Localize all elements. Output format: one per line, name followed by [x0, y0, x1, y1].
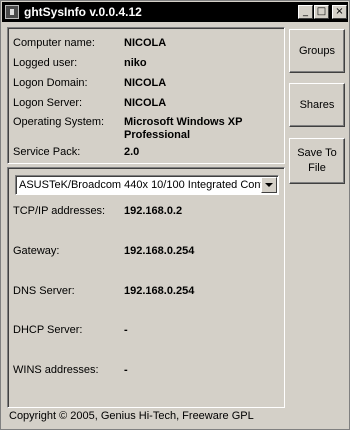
computer-name-value: NICOLA [124, 37, 167, 49]
service-pack-label: Service Pack: [13, 146, 81, 158]
system-info-panel: Computer name: NICOLA Logged user: niko … [7, 27, 285, 164]
network-info-panel: ASUSTeK/Broadcom 440x 10/100 Integrated … [7, 167, 285, 408]
operating-system-edition: Professional [124, 129, 191, 141]
gateway-label: Gateway: [13, 245, 60, 257]
computer-name-label: Computer name: [13, 37, 95, 49]
dhcp-server-label: DHCP Server: [13, 324, 83, 336]
minimize-button[interactable]: _ [298, 5, 313, 19]
operating-system-value: Microsoft Windows XP [124, 116, 243, 128]
logon-domain-label: Logon Domain: [13, 77, 88, 89]
logged-user-label: Logged user: [13, 57, 78, 69]
adapter-select[interactable]: ASUSTeK/Broadcom 440x 10/100 Integrated … [15, 175, 279, 195]
dns-server-label: DNS Server: [13, 285, 75, 297]
app-window: ghtSysInfo v.0.0.4.12 _ □ × Computer nam… [0, 0, 350, 430]
title-bar[interactable]: ghtSysInfo v.0.0.4.12 _ □ × [2, 2, 348, 22]
gateway-value: 192.168.0.254 [124, 245, 195, 257]
operating-system-label: Operating System: [13, 116, 105, 128]
tcpip-value: 192.168.0.2 [124, 205, 183, 217]
wins-value: - [124, 364, 128, 376]
dns-server-value: 192.168.0.254 [124, 285, 195, 297]
tcpip-label: TCP/IP addresses: [13, 205, 106, 217]
logon-server-value: NICOLA [124, 97, 167, 109]
adapter-select-value: ASUSTeK/Broadcom 440x 10/100 Integrated … [19, 179, 268, 191]
logged-user-value: niko [124, 57, 147, 69]
chevron-down-icon[interactable] [261, 177, 277, 193]
wins-label: WINS addresses: [13, 364, 99, 376]
close-button[interactable]: × [332, 5, 347, 19]
groups-button[interactable]: Groups [289, 29, 345, 73]
copyright-text: Copyright © 2005, Genius Hi-Tech, Freewa… [9, 410, 254, 422]
app-icon[interactable] [5, 5, 19, 19]
window-title: ghtSysInfo v.0.0.4.12 [24, 5, 142, 19]
logon-domain-value: NICOLA [124, 77, 167, 89]
service-pack-value: 2.0 [124, 146, 140, 158]
maximize-button[interactable]: □ [314, 5, 329, 19]
dhcp-server-value: - [124, 324, 128, 336]
save-to-file-button[interactable]: Save To File [289, 138, 345, 184]
logon-server-label: Logon Server: [13, 97, 83, 109]
shares-button[interactable]: Shares [289, 83, 345, 127]
